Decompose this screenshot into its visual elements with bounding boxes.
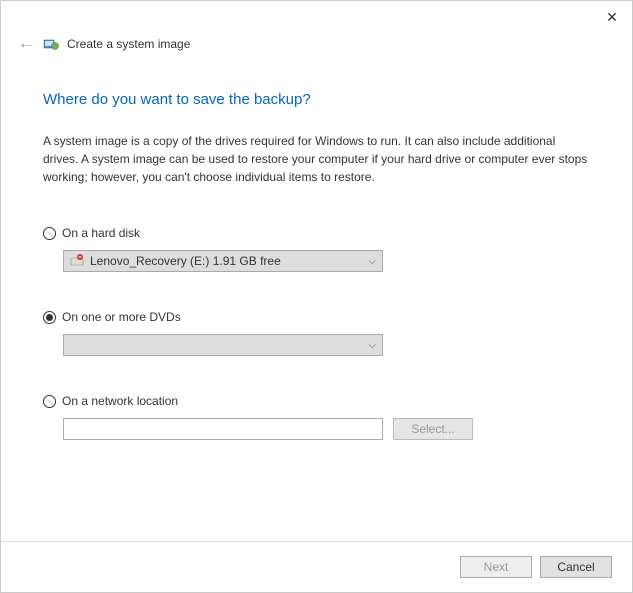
- option-network: On a network location Select...: [43, 394, 590, 440]
- page-heading: Where do you want to save the backup?: [43, 91, 590, 108]
- option-hard-disk: On a hard disk Lenovo_Recovery (E:) 1.91…: [43, 226, 590, 272]
- dvd-dropdown[interactable]: ⌵: [63, 334, 383, 356]
- hard-disk-selected: Lenovo_Recovery (E:) 1.91 GB free: [90, 254, 281, 268]
- select-network-button[interactable]: Select...: [393, 418, 473, 440]
- system-image-icon: [43, 36, 59, 52]
- radio-label-dvd: On one or more DVDs: [62, 310, 181, 324]
- cancel-button[interactable]: Cancel: [540, 556, 612, 578]
- radio-hard-disk[interactable]: On a hard disk: [43, 226, 590, 240]
- radio-icon: [43, 395, 56, 408]
- description-text: A system image is a copy of the drives r…: [43, 132, 590, 186]
- back-icon[interactable]: ←: [17, 35, 35, 53]
- radio-label-network: On a network location: [62, 394, 178, 408]
- radio-dvd[interactable]: On one or more DVDs: [43, 310, 590, 324]
- next-button[interactable]: Next: [460, 556, 532, 578]
- chevron-down-icon: ⌵: [368, 340, 376, 351]
- option-dvd: On one or more DVDs ⌵: [43, 310, 590, 356]
- wizard-header: ← Create a system image: [1, 33, 632, 61]
- titlebar: ✕: [1, 1, 632, 33]
- radio-network[interactable]: On a network location: [43, 394, 590, 408]
- wizard-title: Create a system image: [67, 37, 190, 51]
- content-area: Where do you want to save the backup? A …: [1, 61, 632, 440]
- close-icon: ✕: [606, 9, 618, 26]
- chevron-down-icon: ⌵: [368, 256, 376, 267]
- drive-icon: [70, 254, 84, 268]
- network-row: Select...: [63, 418, 590, 440]
- radio-icon: [43, 227, 56, 240]
- hard-disk-dropdown[interactable]: Lenovo_Recovery (E:) 1.91 GB free ⌵: [63, 250, 383, 272]
- radio-label-hard-disk: On a hard disk: [62, 226, 140, 240]
- network-path-input[interactable]: [63, 418, 383, 440]
- footer: Next Cancel: [1, 541, 632, 592]
- close-button[interactable]: ✕: [602, 7, 622, 27]
- radio-icon: [43, 311, 56, 324]
